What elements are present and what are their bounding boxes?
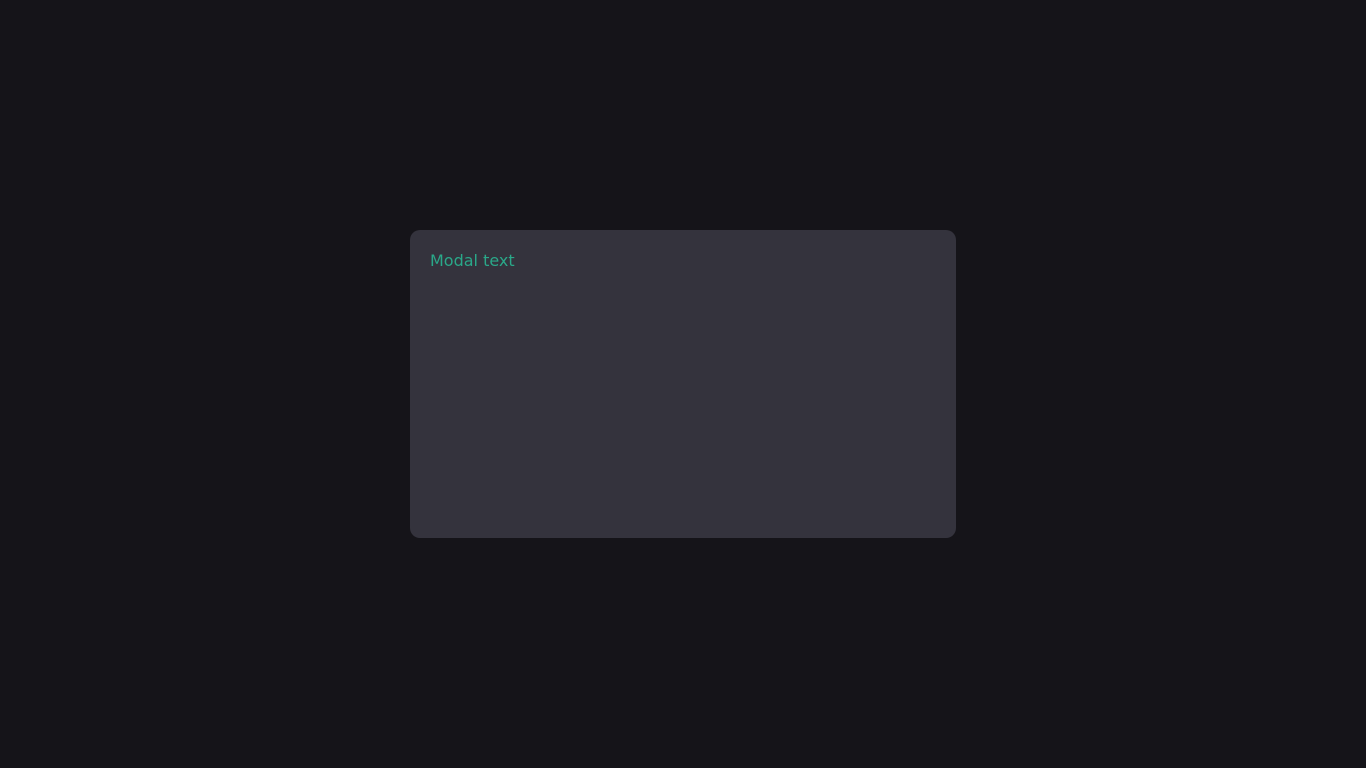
modal-dialog: Modal text [410,230,956,538]
modal-text: Modal text [430,251,515,270]
